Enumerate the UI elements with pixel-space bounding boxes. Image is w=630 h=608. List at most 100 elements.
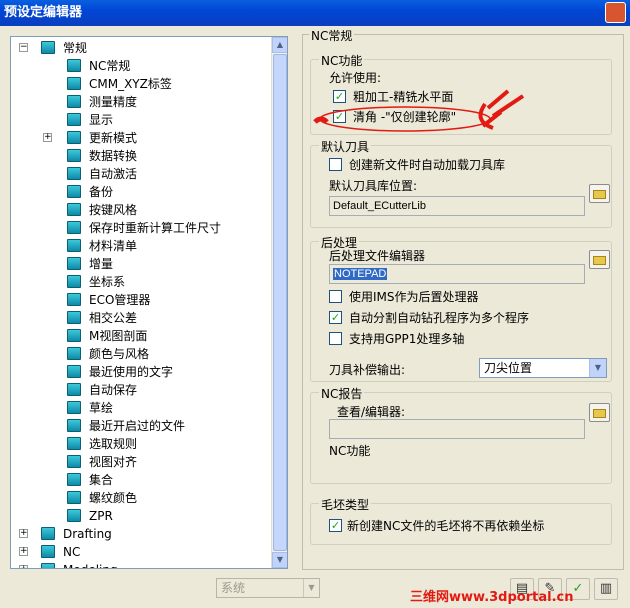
tree-item[interactable]: + 更新模式 <box>11 129 271 147</box>
book-icon <box>67 455 81 468</box>
tree-item[interactable]: 备份 <box>11 183 271 201</box>
preference-tree[interactable]: ▲ ▼ − 常规 NC常规 CMM_XYZ标签 测量精度显示 + 更新模式数据转换自动激活备… <box>10 36 288 569</box>
viewer-browse-button[interactable] <box>589 403 610 422</box>
tree-item[interactable]: ZPR <box>11 507 271 525</box>
tree-item[interactable]: − 常规 <box>11 39 271 57</box>
nc-report-group: NC报告 查看/编辑器: NC功能 <box>310 385 612 484</box>
stock-independent-checkbox[interactable]: ✓ <box>329 519 342 532</box>
tree-item[interactable]: 测量精度 <box>11 93 271 111</box>
expand-icon[interactable]: + <box>19 547 28 556</box>
tree-item[interactable]: 增量 <box>11 255 271 273</box>
post-editor-label: 后处理文件编辑器 <box>329 249 426 263</box>
folder-icon <box>593 409 606 418</box>
chevron-down-icon[interactable]: ▼ <box>589 359 606 377</box>
tree-item-label: Drafting <box>63 527 112 541</box>
tree-item[interactable]: ECO管理器 <box>11 291 271 309</box>
tree-item-label: 数据转换 <box>89 149 138 163</box>
book-icon <box>67 221 81 234</box>
tree-item[interactable]: 自动保存 <box>11 381 271 399</box>
book-icon <box>67 185 81 198</box>
tree-item-label: Modeling <box>63 561 118 568</box>
book-icon <box>67 59 81 72</box>
collapse-icon[interactable]: − <box>19 43 28 52</box>
save-button[interactable]: ▥ <box>594 578 618 600</box>
tree-item[interactable]: 选取规则 <box>11 435 271 453</box>
nc-function-title: NC功能 <box>319 52 365 69</box>
tree-item[interactable]: 相交公差 <box>11 309 271 327</box>
scope-select[interactable]: 系统 ▼ <box>216 578 320 598</box>
tree-item[interactable]: + Drafting <box>11 525 271 543</box>
tree-item-label: 显示 <box>89 113 114 127</box>
tree-item[interactable]: 最近使用的文字 <box>11 363 271 381</box>
use-ims-label: 使用IMS作为后置处理器 <box>349 290 479 304</box>
book-icon <box>67 95 81 108</box>
expand-icon[interactable]: + <box>43 133 52 142</box>
book-icon <box>67 275 81 288</box>
gpp1-checkbox[interactable] <box>329 332 342 345</box>
tree-item[interactable]: 草绘 <box>11 399 271 417</box>
book-icon <box>67 311 81 324</box>
tree-item-label: 自动保存 <box>89 383 138 397</box>
book-icon <box>67 491 81 504</box>
tree-item[interactable]: 保存时重新计算工件尺寸 <box>11 219 271 237</box>
tool-lib-location-field[interactable]: Default_ECutterLib <box>329 196 585 216</box>
tree-item[interactable]: 螺纹颜色 <box>11 489 271 507</box>
tree-item[interactable]: CMM_XYZ标签 <box>11 75 271 93</box>
tool-lib-location-label: 默认刀具库位置: <box>329 179 418 193</box>
close-button[interactable] <box>605 2 626 23</box>
tree-item[interactable]: M视图剖面 <box>11 327 271 345</box>
tree-item-label: 集合 <box>89 473 114 487</box>
tree-item[interactable]: + NC <box>11 543 271 561</box>
tree-item[interactable]: 最近开启过的文件 <box>11 417 271 435</box>
tool-comp-label: 刀具补偿输出: <box>329 363 406 377</box>
book-icon <box>41 527 55 540</box>
book-icon <box>67 167 81 180</box>
split-drill-label: 自动分割自动钻孔程序为多个程序 <box>349 311 530 325</box>
tree-item[interactable]: 材料清单 <box>11 237 271 255</box>
tree-item-label: 自动激活 <box>89 167 138 181</box>
tool-comp-value: 刀尖位置 <box>484 361 533 375</box>
split-drill-checkbox[interactable]: ✓ <box>329 311 342 324</box>
tree-item[interactable]: 视图对齐 <box>11 453 271 471</box>
tree-item[interactable]: 显示 <box>11 111 271 129</box>
book-icon <box>67 419 81 432</box>
expand-icon[interactable]: + <box>19 565 28 568</box>
tool-lib-browse-button[interactable] <box>589 184 610 203</box>
stock-independent-label: 新创建NC文件的毛坯将不再依赖坐标 <box>347 519 545 533</box>
tree-item[interactable]: + Modeling <box>11 561 271 568</box>
scroll-down-arrow-icon[interactable]: ▼ <box>272 552 287 568</box>
scope-select-value: 系统 <box>221 581 246 595</box>
tree-item[interactable]: 自动激活 <box>11 165 271 183</box>
tree-item-label: 增量 <box>89 257 114 271</box>
tree-item-label: 测量精度 <box>89 95 138 109</box>
allow-use-label: 允许使用: <box>329 71 382 85</box>
default-tool-title: 默认刀具 <box>319 138 372 155</box>
book-icon <box>67 131 81 144</box>
tree-item-label: 备份 <box>89 185 114 199</box>
book-icon <box>67 113 81 126</box>
scroll-thumb[interactable] <box>273 54 287 551</box>
use-ims-checkbox[interactable] <box>329 290 342 303</box>
expand-icon[interactable]: + <box>19 529 28 538</box>
viewer-field[interactable] <box>329 419 585 439</box>
book-icon <box>67 509 81 522</box>
book-icon <box>67 239 81 252</box>
tree-item[interactable]: 颜色与风格 <box>11 345 271 363</box>
tree-item[interactable]: 按键风格 <box>11 201 271 219</box>
post-editor-field[interactable]: NOTEPAD <box>329 264 585 284</box>
tool-comp-select[interactable]: 刀尖位置 ▼ <box>479 358 607 378</box>
tree-item[interactable]: 集合 <box>11 471 271 489</box>
window-title-text: 预设定编辑器 <box>4 5 83 20</box>
autoload-checkbox[interactable] <box>329 158 342 171</box>
scroll-up-arrow-icon[interactable]: ▲ <box>272 37 287 53</box>
chevron-down-icon[interactable]: ▼ <box>303 579 319 597</box>
tree-item[interactable]: 数据转换 <box>11 147 271 165</box>
book-icon <box>67 383 81 396</box>
tree-item[interactable]: 坐标系 <box>11 273 271 291</box>
tree-scrollbar[interactable]: ▲ ▼ <box>271 37 287 568</box>
tree-item-label: CMM_XYZ标签 <box>89 77 172 91</box>
tree-item-label: M视图剖面 <box>89 329 148 343</box>
nc-function-report-label: NC功能 <box>329 444 371 458</box>
tree-item[interactable]: NC常规 <box>11 57 271 75</box>
post-editor-browse-button[interactable] <box>589 250 610 269</box>
